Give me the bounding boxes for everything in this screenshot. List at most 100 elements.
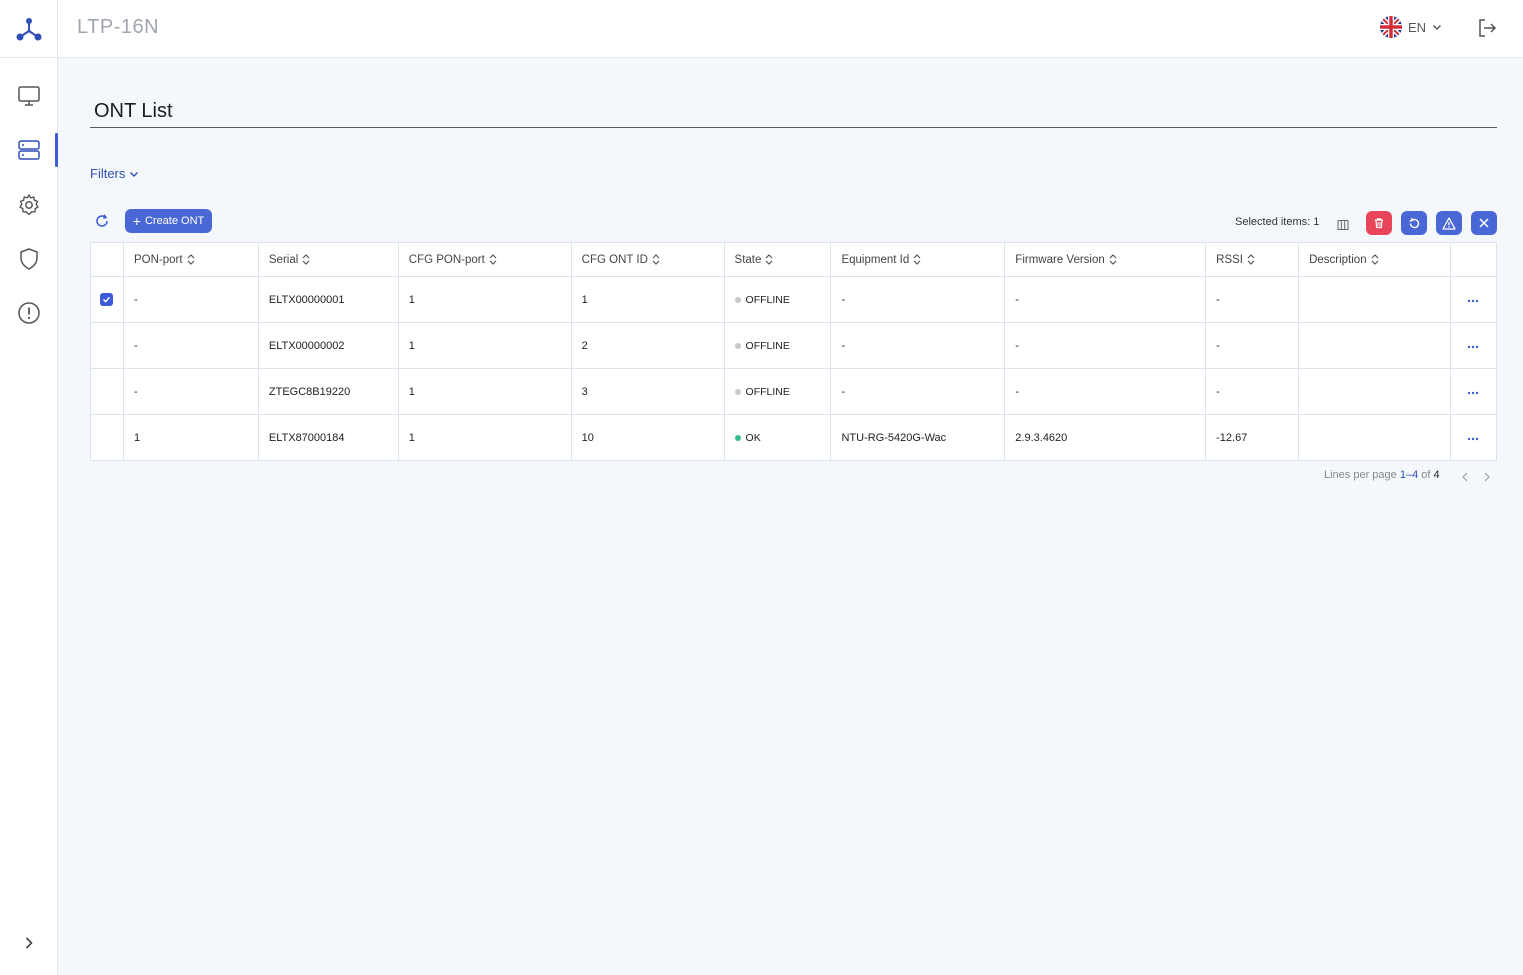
row-checkbox[interactable] [90,414,124,461]
cell-rssi: - [1205,368,1300,415]
clear-selection-button[interactable] [1471,211,1497,235]
cell-serial: ELTX00000001 [257,276,399,323]
selected-items-count: Selected items: 1 [1235,216,1320,228]
alert-circle-icon [18,302,40,324]
filters-toggle[interactable]: Filters [90,166,139,181]
cell-serial: ZTEGC8B19220 [257,368,399,415]
reset-button[interactable] [1401,211,1427,235]
cell-cfg-pon-port: 1 [397,276,572,323]
cell-rssi: - [1205,276,1300,323]
row-actions-button[interactable] [1449,368,1498,415]
cell-equipment-id: - [830,368,1006,415]
cell-description [1298,322,1451,369]
chevron-down-icon [130,171,139,177]
chevron-right-icon [1484,472,1490,482]
rotate-icon [1408,217,1419,228]
logo[interactable] [0,0,58,58]
sidebar-expand-button[interactable] [18,932,40,954]
chevron-down-icon [1433,25,1442,30]
cell-firmware: - [1004,368,1207,415]
cell-cfg-ont-id: 2 [570,322,725,369]
select-column-header [90,242,124,277]
cell-state: OFFLINE [723,276,832,323]
actions-column-header [1449,242,1498,277]
trash-icon [1375,218,1383,229]
sort-icon [187,254,194,265]
sort-icon [652,254,660,265]
sort-icon [765,254,773,265]
table-row[interactable]: 1 ELTX87000184 1 10 OK NTU-RG-5420G-Wac … [90,414,1498,461]
language-selector[interactable]: EN [1380,16,1442,38]
sort-icon [1247,254,1255,265]
create-ont-button[interactable]: + Create ONT [125,209,212,233]
total-count: 4 [1433,469,1440,481]
next-page-button[interactable] [1483,470,1491,488]
table-row[interactable]: - ELTX00000002 1 2 OFFLINE - - - [90,322,1498,369]
page-range[interactable]: 1–4 [1400,469,1418,481]
checkbox-checked[interactable] [100,293,113,306]
server-icon [18,140,40,160]
cell-pon-port: - [122,368,259,415]
cell-equipment-id: - [830,276,1006,323]
refresh-button[interactable] [94,213,110,229]
logout-icon [1479,19,1497,37]
columns-button[interactable] [1337,218,1349,236]
sidebar-item-ont[interactable] [0,133,58,167]
column-header-description[interactable]: Description [1298,242,1451,277]
monitor-icon [18,86,40,106]
delete-button[interactable] [1366,211,1392,235]
logout-button[interactable] [1476,17,1498,44]
sort-icon [1109,254,1117,265]
cell-description [1298,414,1451,461]
create-ont-label: Create ONT [144,215,205,227]
table-header-row: PON-port Serial CFG PON-port CFG ONT ID … [90,242,1498,277]
warning-button[interactable] [1436,211,1462,235]
table-row[interactable]: - ELTX00000001 1 1 OFFLINE - - - [90,276,1498,323]
sidebar-item-alarms[interactable] [0,296,58,330]
cell-firmware: - [1004,322,1207,369]
cell-pon-port: - [122,322,259,369]
column-header-state[interactable]: State [723,242,832,277]
column-header-firmware-version[interactable]: Firmware Version [1004,242,1207,277]
filters-label: Filters [90,166,126,181]
of-label: of [1421,469,1431,481]
logo-icon [16,18,41,41]
cell-cfg-pon-port: 1 [397,322,572,369]
column-header-cfg-ont-id[interactable]: CFG ONT ID [570,242,725,277]
column-header-pon-port[interactable]: PON-port [122,242,259,277]
refresh-icon [96,214,108,227]
pagination-info: Lines per page 1–4 of 4 [1324,469,1440,481]
column-header-equipment-id[interactable]: Equipment Id [830,242,1006,277]
cell-cfg-pon-port: 1 [397,414,572,461]
cell-serial: ELTX00000002 [257,322,399,369]
sidebar-item-settings[interactable] [0,188,58,222]
cell-rssi: -12.67 [1205,414,1300,461]
sidebar-item-security[interactable] [0,242,58,276]
more-horizontal-icon [1468,437,1479,440]
row-checkbox[interactable] [90,276,124,323]
language-label: EN [1408,19,1427,35]
ont-table: PON-port Serial CFG PON-port CFG ONT ID … [90,242,1498,461]
more-horizontal-icon [1468,299,1479,302]
page-title: ONT List [94,100,173,122]
row-actions-button[interactable] [1449,276,1498,323]
cell-pon-port: 1 [122,414,259,461]
row-actions-button[interactable] [1449,322,1498,369]
row-checkbox[interactable] [90,322,124,369]
column-header-rssi[interactable]: RSSI [1205,242,1300,277]
cell-description [1298,368,1451,415]
cell-equipment-id: - [830,322,1006,369]
chevron-left-icon [1462,472,1468,482]
column-header-serial[interactable]: Serial [257,242,399,277]
cell-rssi: - [1205,322,1300,369]
top-bar: LTP-16N EN [0,0,1523,58]
row-checkbox[interactable] [90,368,124,415]
prev-page-button[interactable] [1461,470,1469,488]
row-actions-button[interactable] [1449,414,1498,461]
sort-icon [302,254,310,265]
sidebar-item-monitoring[interactable] [0,79,58,113]
cell-cfg-pon-port: 1 [397,368,572,415]
column-header-cfg-pon-port[interactable]: CFG PON-port [397,242,572,277]
table-row[interactable]: - ZTEGC8B19220 1 3 OFFLINE - - - [90,368,1498,415]
cell-state: OFFLINE [723,322,832,369]
